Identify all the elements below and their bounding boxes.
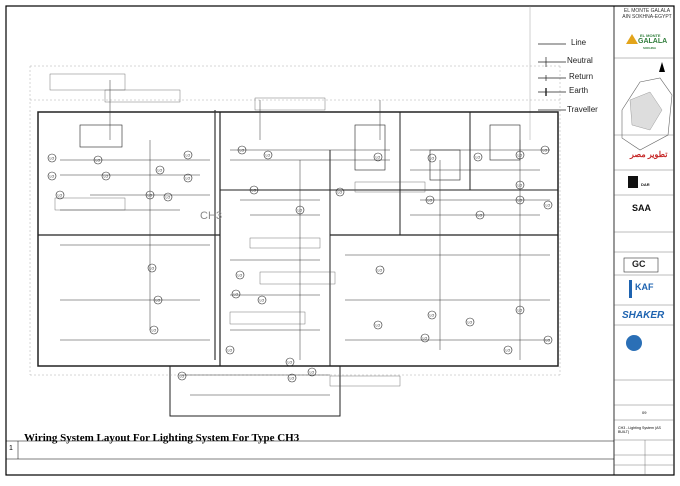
- luminaire-label: LO: [152, 329, 157, 333]
- dar-logo: DAR: [641, 182, 650, 187]
- kaf-logo: KAF: [635, 282, 654, 292]
- legend-return-label: Return: [569, 72, 594, 81]
- luminaire-label: LO: [96, 159, 101, 163]
- luminaire-label: LO: [50, 157, 55, 161]
- dar-logo-icon: [628, 176, 638, 188]
- luminaire-label: LO: [252, 189, 257, 193]
- luminaire-label: LO: [240, 149, 245, 153]
- legend-traveller-label: Traveller: [567, 105, 598, 114]
- galala-logo-icon: [626, 34, 638, 44]
- room-small-4: [429, 149, 461, 181]
- luminaire-label: LO: [478, 214, 483, 218]
- luminaire-label: LO: [290, 377, 295, 381]
- luminaire-label: LO: [518, 199, 523, 203]
- luminaire-label: LO: [518, 184, 523, 188]
- luminaire-label: LO: [476, 156, 481, 160]
- annex-wall: [169, 365, 341, 417]
- title-block-frame: [613, 5, 675, 476]
- shaker-logo: SHAKER: [622, 310, 665, 321]
- gc-logo: GC: [632, 259, 646, 269]
- luminaire-label: LO: [228, 349, 233, 353]
- wiring-runs: [60, 80, 550, 396]
- luminaire-label: LO: [50, 175, 55, 179]
- luminaire-label: LO: [518, 309, 523, 313]
- luminaire-label: LO: [423, 337, 428, 341]
- luminaire-label: LO: [58, 194, 63, 198]
- luminaire-label: LO: [376, 324, 381, 328]
- luminaire-label: LO: [150, 267, 155, 271]
- luminaire-label: LO: [298, 209, 303, 213]
- luminaire-label: LO: [376, 156, 381, 160]
- drawing-sheet: LO LO LO LO LO LO LO LO LO LO LO LO LO LO LO LO LO LO LO LO…: [0, 0, 680, 481]
- luminaire-label: LO: [266, 154, 271, 158]
- luminaire-label: LO: [518, 154, 523, 158]
- luminaire-label: LO: [288, 361, 293, 365]
- luminaire-label: LO: [148, 194, 153, 198]
- luminaire-label: LO: [234, 293, 239, 297]
- luminaire-label: LO: [186, 177, 191, 181]
- luminaire-label: LO: [338, 191, 343, 195]
- luminaire-label: LO: [180, 375, 185, 379]
- luminaire-label: LO: [158, 169, 163, 173]
- luminaire-label: LO: [166, 196, 171, 200]
- luminaire-label: LO: [430, 314, 435, 318]
- luminaire-label: LO: [428, 199, 433, 203]
- room-small-1: [79, 124, 123, 148]
- legend-earth-label: Earth: [569, 86, 589, 95]
- saa-logo: SAA: [632, 203, 652, 213]
- annotation-leaders: [49, 73, 426, 387]
- luminaire-label: LO: [104, 175, 109, 179]
- room-small-3: [489, 124, 521, 161]
- authority-logo-icon: [626, 335, 642, 351]
- luminaire-label: LO: [310, 371, 315, 375]
- room-label: CH3: [200, 210, 223, 222]
- room-small-2: [354, 124, 386, 171]
- project-line-2: AIN SOKHNA-EGYPT: [622, 14, 672, 20]
- kaf-logo-icon: [629, 280, 632, 298]
- drawing-name: CH3 - Lighting System (AS BUILT): [618, 426, 661, 434]
- project-title: EL MONTE GALALA AIN SOKHNA-EGYPT: [618, 8, 676, 20]
- revision-number: 09: [642, 410, 647, 415]
- luminaire-label: LO: [546, 339, 551, 343]
- tatweer-logo: تطوير مصر: [630, 150, 668, 159]
- luminaire-label: LO: [156, 299, 161, 303]
- north-arrow-icon: [659, 62, 665, 72]
- site-key-plan: [621, 62, 673, 151]
- luminaire-label: LO: [430, 157, 435, 161]
- luminaire-label: LO: [260, 299, 265, 303]
- luminaire-label: LO: [506, 349, 511, 353]
- sheet-number: 1: [9, 445, 13, 452]
- galala-logo-text: GALALA: [638, 38, 668, 45]
- galala-logo-sub: SOKHNA: [643, 46, 657, 50]
- luminaire-label: LO: [468, 321, 473, 325]
- legend-neutral-label: Neutral: [567, 56, 593, 65]
- luminaire-label: LO: [546, 204, 551, 208]
- luminaire-label: LO: [238, 274, 243, 278]
- luminaire-label: LO: [186, 154, 191, 158]
- drawing-title: Wiring System Layout For Lighting System…: [24, 432, 300, 444]
- luminaire-label: LO: [543, 149, 548, 153]
- luminaire-label: LO: [378, 269, 383, 273]
- legend-line-label: Line: [571, 38, 587, 47]
